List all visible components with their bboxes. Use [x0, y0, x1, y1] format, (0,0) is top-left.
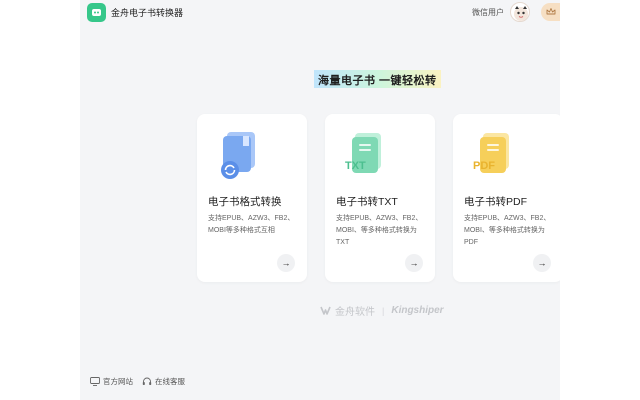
official-website-link[interactable]: 官方网站	[90, 376, 133, 387]
pdf-file-icon: PDF	[469, 128, 523, 182]
headset-icon	[142, 377, 152, 385]
card-description: 支持EPUB、AZW3、FB2、MOBI、等多种格式转换为PDF	[464, 215, 551, 246]
vip-button[interactable]	[541, 3, 560, 21]
slogan-banner: 海量电子书 一键轻松转	[314, 70, 441, 88]
brand-en: Kingshiper	[391, 305, 444, 316]
kingshiper-logo-icon	[320, 306, 331, 315]
app-title: 金舟电子书转换器	[111, 8, 184, 18]
arrow-right-icon[interactable]: →	[277, 254, 295, 272]
svg-text:TXT: TXT	[345, 160, 366, 172]
brand-separator: |	[382, 305, 385, 316]
card-title: 电子书转PDF	[464, 196, 527, 208]
card-title: 电子书格式转换	[208, 196, 282, 208]
card-description: 支持EPUB、AZW3、FB2、MOBI、等多种格式转换为TXT	[336, 215, 423, 246]
arrow-right-icon[interactable]: →	[533, 254, 551, 272]
brand-cn: 金舟软件	[335, 307, 375, 318]
card-to-txt[interactable]: TXT 电子书转TXT 支持EPUB、AZW3、FB2、MOBI、等多种格式转换…	[325, 114, 435, 282]
app-window: 金舟电子书转换器 微信用户 海量电子书 一键轻松转 电子书格式转换 支持EPUB…	[80, 0, 560, 400]
online-support-link[interactable]: 在线客服	[142, 376, 185, 387]
card-description: 支持EPUB、AZW3、FB2、MOBI等多种格式互相	[208, 215, 295, 234]
svg-text:PDF: PDF	[473, 160, 495, 172]
crown-icon	[546, 8, 556, 15]
arrow-right-icon[interactable]: →	[405, 254, 423, 272]
app-logo-icon	[87, 3, 106, 22]
monitor-icon	[90, 377, 100, 386]
brand-watermark: 金舟软件 | Kingshiper	[320, 303, 444, 318]
card-title: 电子书转TXT	[336, 196, 398, 208]
card-format-convert[interactable]: 电子书格式转换 支持EPUB、AZW3、FB2、MOBI等多种格式互相 →	[197, 114, 307, 282]
card-to-pdf[interactable]: PDF 电子书转PDF 支持EPUB、AZW3、FB2、MOBI、等多种格式转换…	[453, 114, 560, 282]
txt-file-icon: TXT	[341, 128, 395, 182]
official-website-label: 官方网站	[103, 377, 133, 386]
book-convert-icon	[213, 128, 267, 182]
online-support-label: 在线客服	[155, 377, 185, 386]
username-label[interactable]: 微信用户	[472, 7, 504, 18]
avatar[interactable]	[510, 2, 530, 22]
title-bar: 金舟电子书转换器 微信用户	[80, 0, 560, 26]
